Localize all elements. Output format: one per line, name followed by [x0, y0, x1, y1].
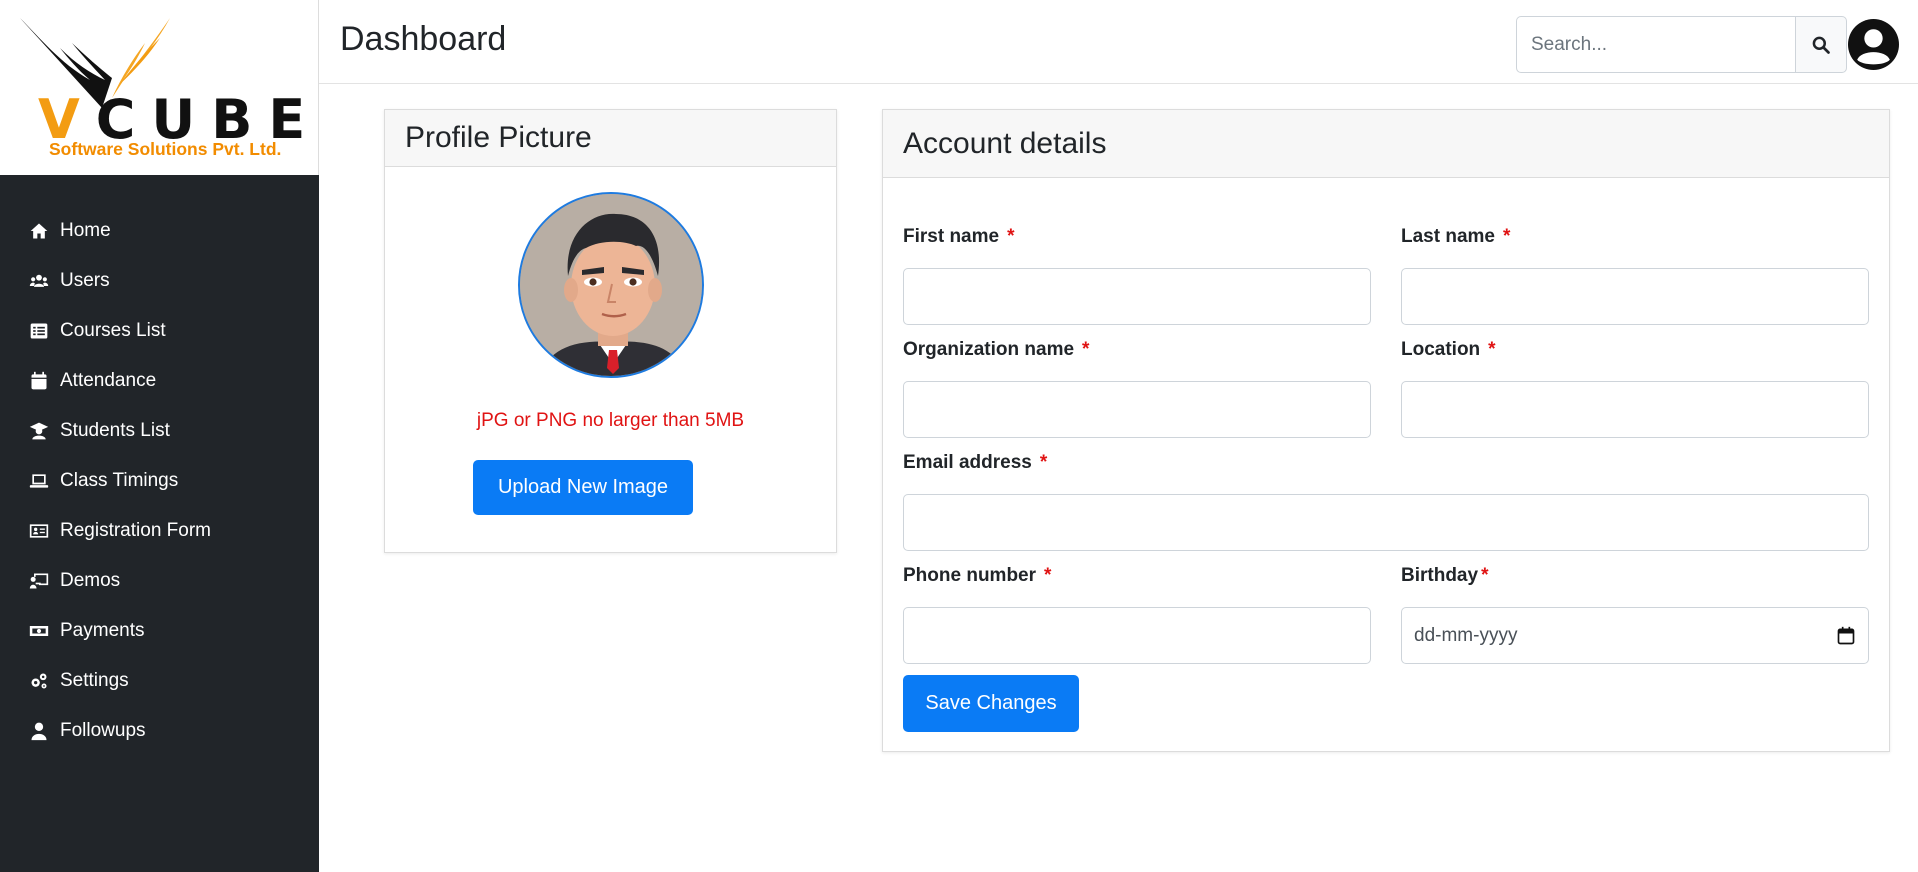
location-input[interactable] — [1401, 381, 1869, 438]
email-address-field: Email address * — [903, 452, 1869, 551]
money-icon — [28, 620, 50, 642]
profile-avatar-image — [518, 192, 704, 378]
account-card-title: Account details — [883, 110, 1889, 178]
page-title: Dashboard — [340, 20, 507, 58]
search-bar — [1516, 16, 1847, 73]
sidebar-item-home[interactable]: Home — [0, 206, 319, 256]
sidebar-item-class-timings[interactable]: Class Timings — [0, 456, 319, 506]
first-name-label: First name * — [903, 226, 1015, 247]
list-icon — [28, 320, 50, 342]
user-icon — [28, 720, 50, 742]
sidebar-item-label: Home — [60, 220, 111, 241]
brand-subtitle: Software Solutions Pvt. Ltd. — [49, 139, 282, 159]
profile-card-title: Profile Picture — [385, 110, 836, 167]
sidebar-item-students-list[interactable]: Students List — [0, 406, 319, 456]
last-name-input[interactable] — [1401, 268, 1869, 325]
first-name-input[interactable] — [903, 268, 1371, 325]
birthday-field: Birthday * dd-mm-yyyy — [1401, 565, 1869, 664]
email-address-label: Email address * — [903, 452, 1048, 473]
id-card-icon — [28, 520, 50, 542]
sidebar-item-registration-form[interactable]: Registration Form — [0, 506, 319, 556]
top-header: Dashboard — [319, 0, 1918, 84]
sidebar-nav: Home Users Courses List Attendance Stude… — [0, 206, 319, 756]
sidebar-item-label: Followups — [60, 720, 146, 741]
sidebar-item-settings[interactable]: Settings — [0, 656, 319, 706]
sidebar-item-label: Users — [60, 270, 110, 291]
location-label: Location * — [1401, 339, 1496, 360]
sidebar-item-users[interactable]: Users — [0, 256, 319, 306]
gears-icon — [28, 670, 50, 692]
email-address-input[interactable] — [903, 494, 1869, 551]
birthday-placeholder: dd-mm-yyyy — [1414, 624, 1518, 646]
home-icon — [28, 220, 50, 242]
upload-hint-text: jPG or PNG no larger than 5MB — [476, 410, 745, 431]
organization-name-input[interactable] — [903, 381, 1371, 438]
calendar-icon — [28, 370, 50, 392]
sidebar-item-label: Students List — [60, 420, 170, 441]
search-button[interactable] — [1795, 16, 1847, 73]
upload-new-image-button[interactable]: Upload New Image — [473, 460, 693, 515]
sidebar-item-label: Settings — [60, 670, 129, 691]
phone-number-label: Phone number * — [903, 565, 1052, 586]
birthday-date-input[interactable]: dd-mm-yyyy — [1401, 607, 1869, 664]
last-name-label: Last name * — [1401, 226, 1511, 247]
organization-name-field: Organization name * — [903, 339, 1371, 438]
sidebar-item-label: Payments — [60, 620, 145, 641]
brand-logo[interactable]: VCUBE Software Solutions Pvt. Ltd. — [0, 0, 319, 175]
sidebar-item-label: Class Timings — [60, 470, 179, 491]
laptop-icon — [28, 470, 50, 492]
account-details-card: Account details First name * Last name * O… — [882, 109, 1890, 752]
save-changes-button[interactable]: Save Changes — [903, 675, 1079, 732]
sidebar-item-label: Registration Form — [60, 520, 211, 541]
search-icon — [1812, 36, 1830, 54]
calendar-picker-icon[interactable] — [1836, 626, 1856, 646]
graduate-icon — [28, 420, 50, 442]
sidebar-item-attendance[interactable]: Attendance — [0, 356, 319, 406]
last-name-field: Last name * — [1401, 226, 1869, 325]
sidebar-item-courses-list[interactable]: Courses List — [0, 306, 319, 356]
chalkboard-icon — [28, 570, 50, 592]
phone-number-input[interactable] — [903, 607, 1371, 664]
sidebar-item-label: Demos — [60, 570, 121, 591]
sidebar-item-followups[interactable]: Followups — [0, 706, 319, 756]
sidebar-item-demos[interactable]: Demos — [0, 556, 319, 606]
user-circle-icon — [1848, 19, 1899, 70]
profile-picture-card: Profile Picture jPG or PNG no larger tha… — [384, 109, 837, 553]
birthday-label: Birthday * — [1401, 565, 1489, 586]
location-field: Location * — [1401, 339, 1869, 438]
sidebar-item-label: Courses List — [60, 320, 166, 341]
sidebar-item-label: Attendance — [60, 370, 157, 391]
search-input[interactable] — [1516, 16, 1795, 73]
sidebar-item-payments[interactable]: Payments — [0, 606, 319, 656]
phone-number-field: Phone number * — [903, 565, 1371, 664]
sidebar: VCUBE Software Solutions Pvt. Ltd. Home … — [0, 0, 319, 872]
users-icon — [28, 270, 50, 292]
first-name-field: First name * — [903, 226, 1371, 325]
account-avatar-button[interactable] — [1848, 19, 1899, 70]
organization-name-label: Organization name * — [903, 339, 1090, 360]
